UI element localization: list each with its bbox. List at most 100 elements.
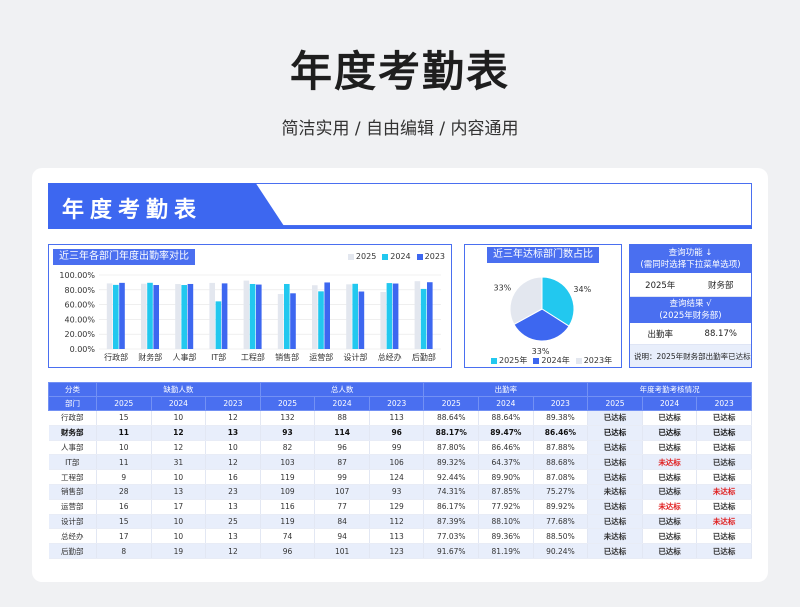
result-header: 查询结果 √ (2025年财务部)	[630, 297, 751, 323]
table-cell: 88.17%	[423, 425, 480, 441]
table-cell: 已达标	[642, 514, 698, 530]
table-cell: 88.50%	[533, 528, 589, 545]
result-header-line1: 查询结果 √	[669, 299, 712, 309]
x-tick-label: 设计部	[344, 352, 368, 362]
table-cell: 已达标	[587, 469, 643, 485]
table-cell: 已达标	[696, 469, 752, 485]
query-header-line1: 查询功能 ↓	[668, 248, 713, 258]
table-cell: 总经办	[48, 528, 97, 545]
table-cell: 已达标	[587, 514, 643, 530]
banner-title: 年度考勤表	[48, 183, 284, 226]
table-cell: 96	[369, 425, 425, 441]
pie-label: 33%	[532, 347, 550, 355]
bar-2025	[277, 294, 284, 349]
table-cell: 已达标	[642, 425, 698, 441]
table-cell: 已达标	[587, 543, 643, 559]
table-cell: 93	[369, 484, 425, 500]
pie-legend-2025: 2025年	[491, 355, 527, 366]
table-cell: 12	[205, 543, 261, 559]
bar-2024	[284, 283, 290, 349]
bar-2024	[318, 291, 324, 349]
bar-2024	[147, 282, 153, 349]
table-cell: 已达标	[587, 454, 643, 471]
result-value: 88.17%	[704, 328, 737, 339]
pie-chart-panel: 近三年达标部门数占比 34% 33% 33% 2025年 2024年 2023年	[464, 244, 622, 368]
pie-label: 34%	[573, 285, 591, 294]
table-cell: 12	[205, 454, 261, 471]
pie-legend-2023: 2023年	[575, 355, 612, 366]
table-row: IT部 11 31 12 103 87 106 89.32% 64.37% 88.68% 已达标 未达…	[48, 454, 752, 471]
table-cell: 已达标	[696, 543, 752, 559]
y-tick-label: 80.00%	[64, 286, 95, 295]
table-cell: 84	[314, 514, 370, 530]
bar-2024	[386, 283, 393, 349]
table-cell: 89.32%	[423, 454, 480, 471]
table-cell: 77.03%	[423, 528, 480, 545]
table-cell: 10	[151, 469, 207, 485]
bar-2025	[380, 291, 386, 349]
bar-2023	[256, 284, 262, 349]
table-cell: 87	[314, 454, 370, 471]
table-cell: 已达标	[587, 499, 643, 515]
table-cell: 81.19%	[478, 543, 534, 559]
table-cell: 15	[96, 514, 152, 530]
x-tick-label: 工程部	[241, 352, 265, 362]
table-cell: 91.67%	[423, 543, 480, 559]
table-cell: 88	[314, 410, 370, 426]
group-header-cell: 总人数	[259, 382, 425, 397]
table-cell: 75.27%	[533, 484, 589, 500]
y-tick-label: 100.00%	[59, 271, 95, 280]
bar-2024	[113, 284, 119, 349]
dept-select[interactable]: 财务部	[691, 279, 752, 291]
table-group-header: 分类 缺勤人数 总人数 出勤率 年度考勤考核情况	[48, 382, 752, 397]
x-tick-label: 行政部	[104, 352, 128, 362]
sheet-card: 年度考勤表 近三年各部门年度出勤率对比 2025 2024 2023 100.0…	[32, 168, 768, 582]
y-tick-label: 20.00%	[64, 330, 95, 339]
table-cell: 15	[96, 410, 152, 426]
bar-2024	[249, 283, 256, 349]
table-cell: 87.80%	[423, 440, 480, 456]
table-cell: 88.68%	[533, 454, 589, 471]
table-cell: 运营部	[48, 499, 97, 515]
table-row: 销售部 28 13 23 109 107 93 74.31% 87.85% 75.27% 未达标 已达…	[48, 484, 752, 500]
table-cell: 13	[151, 484, 207, 500]
query-header: 查询功能 ↓ (需同时选择下拉菜单选项)	[630, 245, 751, 273]
table-cell: 88.64%	[423, 410, 480, 426]
table-row: 总经办 17 10 13 74 94 113 77.03% 89.36% 88.50% 未达标 已达标…	[48, 528, 752, 545]
table-cell: 114	[314, 425, 370, 441]
sub-header-cell: 2025	[423, 396, 480, 411]
table-cell: 12	[205, 410, 261, 426]
table-cell: 88.10%	[478, 514, 534, 530]
table-cell: 10	[151, 410, 207, 426]
table-cell: 94	[314, 528, 370, 545]
result-note: 说明：2025年财务部出勤率已达标	[630, 345, 751, 367]
bar-2023	[187, 283, 194, 349]
table-cell: 86.46%	[478, 440, 534, 456]
table-cell: 已达标	[696, 528, 752, 545]
year-select[interactable]: 2025年	[630, 279, 691, 291]
table-cell: 116	[260, 499, 316, 515]
bar-2023	[427, 282, 433, 349]
table-cell: 77.92%	[478, 499, 534, 515]
table-cell: 89.92%	[533, 499, 589, 515]
table-cell: 16	[96, 499, 152, 515]
table-cell: 89.47%	[478, 425, 534, 441]
table-cell: IT部	[48, 454, 97, 471]
bar-2024	[420, 288, 427, 349]
table-cell: 已达标	[642, 440, 698, 456]
table-cell: 11	[96, 425, 152, 441]
table-cell: 74.31%	[423, 484, 480, 500]
table-cell: 10	[151, 514, 207, 530]
table-cell: 124	[369, 469, 425, 485]
sub-header-cell: 2024	[150, 396, 207, 411]
bar-2023	[290, 293, 296, 349]
table-cell: 99	[314, 469, 370, 485]
table-cell: 已达标	[587, 425, 643, 441]
table-cell: 90.24%	[533, 543, 589, 559]
query-header-line2: (需同时选择下拉菜单选项)	[640, 260, 741, 270]
table-row: 后勤部 8 19 12 96 101 123 91.67% 81.19% 90.24% 已达标 已达标…	[48, 543, 752, 559]
bar-2023	[392, 283, 399, 349]
table-cell: 已达标	[696, 499, 752, 515]
table-cell: 103	[260, 454, 316, 471]
bar-2023	[324, 282, 330, 349]
